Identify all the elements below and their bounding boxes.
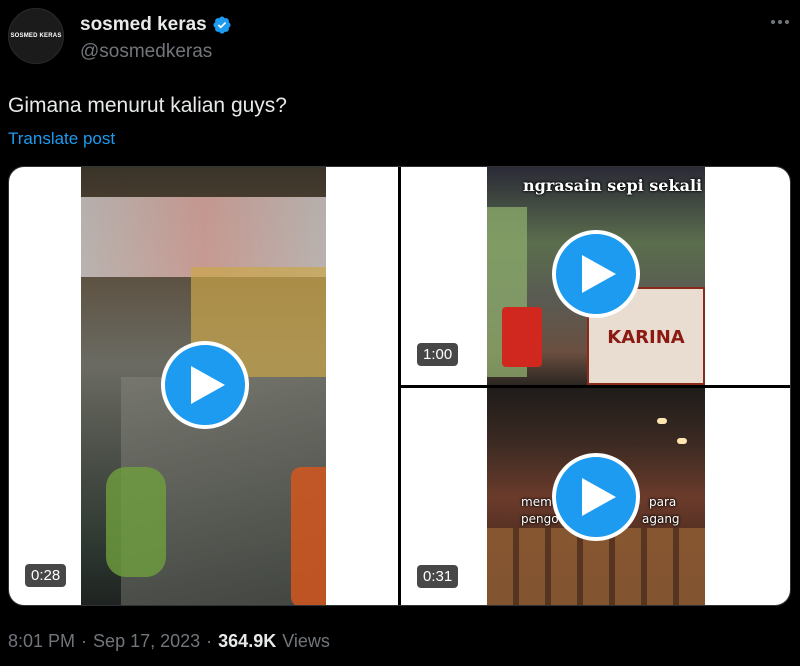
author-display-name[interactable]: sosmed keras xyxy=(80,14,207,36)
banner-shape xyxy=(81,197,326,277)
avatar-text: SOSMED KERAS xyxy=(10,32,62,39)
play-icon xyxy=(191,366,225,404)
post-text: Gimana menurut kalian guys? xyxy=(8,94,287,117)
views-count: 364.9K xyxy=(218,631,277,651)
bucket-shape xyxy=(291,467,326,605)
video-overlay-text-3d: agang xyxy=(642,512,680,526)
post-meta: 8:01 PM · Sep 17, 2023 · 364.9K Views xyxy=(8,631,330,652)
post-date[interactable]: Sep 17, 2023 xyxy=(93,631,200,652)
more-options-button[interactable] xyxy=(768,12,792,32)
ceiling-light-shape xyxy=(657,418,667,424)
sign-text: KARINA xyxy=(607,327,685,348)
video-duration-1: 0:28 xyxy=(25,564,67,587)
video-overlay-text-3a: mem xyxy=(521,495,552,509)
views-label: Views xyxy=(282,631,330,651)
play-button-1[interactable] xyxy=(161,341,249,429)
meta-separator: · xyxy=(206,631,213,651)
post-header: SOSMED KERAS sosmed keras @sosmedkeras xyxy=(8,8,792,66)
meta-separator: · xyxy=(81,631,88,651)
more-options-icon xyxy=(771,20,789,24)
red-chair-shape xyxy=(502,307,542,367)
ceiling-light-shape xyxy=(677,438,687,444)
verified-badge-icon xyxy=(213,16,231,34)
translate-post-link[interactable]: Translate post xyxy=(8,129,115,149)
video-duration-3: 0:31 xyxy=(417,565,459,588)
video-overlay-text-2: ngrasain sepi sekali xyxy=(523,176,703,195)
post-time[interactable]: 8:01 PM xyxy=(8,631,75,652)
video-overlay-text-3b: para xyxy=(649,495,677,509)
video-tile-1[interactable]: 0:28 xyxy=(9,167,398,605)
play-icon xyxy=(582,255,616,293)
avatar[interactable]: SOSMED KERAS xyxy=(8,8,64,64)
author-handle[interactable]: @sosmedkeras xyxy=(80,41,212,63)
media-grid: 0:28 KARINA ngrasain sepi sekali 1:00 me… xyxy=(8,166,791,606)
author-name-row: sosmed keras xyxy=(80,14,232,36)
play-button-2[interactable] xyxy=(552,230,640,318)
video-tile-3[interactable]: mem para pengo agang 0:31 xyxy=(401,388,790,605)
video-overlay-text-3c: pengo xyxy=(521,512,559,526)
plastic-bag-shape xyxy=(106,467,166,577)
video-tile-2[interactable]: KARINA ngrasain sepi sekali 1:00 xyxy=(401,167,790,385)
play-button-3[interactable] xyxy=(552,453,640,541)
play-icon xyxy=(582,478,616,516)
video-duration-2: 1:00 xyxy=(417,343,459,366)
